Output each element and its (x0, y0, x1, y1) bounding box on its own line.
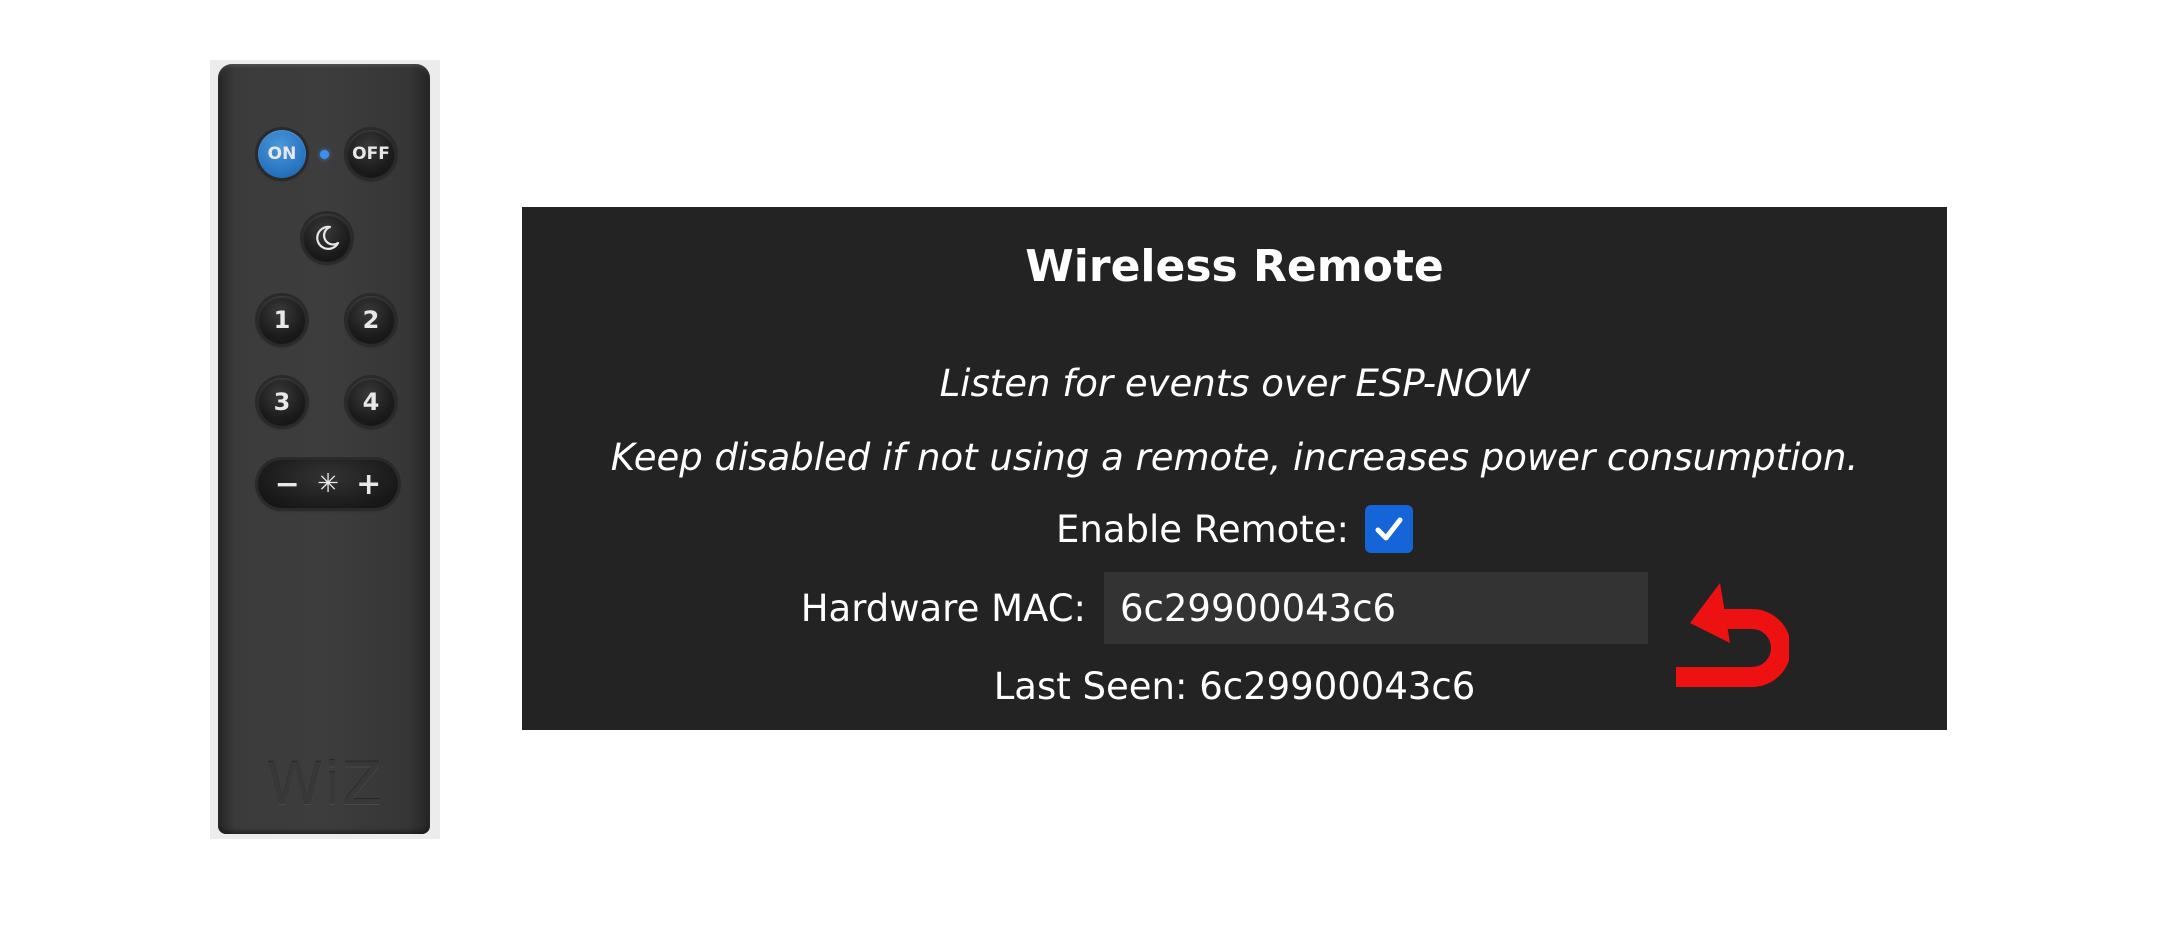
enable-remote-label: Enable Remote: (1055, 507, 1350, 551)
brightness-icon: ✳ (317, 469, 339, 499)
remote-on-button: ON (258, 130, 306, 178)
wiz-logo: WiZ (266, 750, 384, 818)
remote-status-led (320, 150, 329, 159)
hardware-mac-label: Hardware MAC: (800, 587, 1086, 630)
enable-remote-row: Enable Remote: (522, 505, 1947, 553)
last-seen-row: Last Seen: 6c29900043c6 (522, 665, 1947, 708)
remote-image: ON OFF 1 2 3 4 − ✳ + WiZ (210, 60, 440, 839)
remote-button-4: 4 (347, 378, 395, 426)
checkmark-icon (1375, 517, 1403, 541)
panel-description-power: Keep disabled if not using a remote, inc… (610, 436, 1859, 479)
remote-button-4-label: 4 (362, 388, 380, 416)
remote-button-2-label: 2 (362, 306, 380, 334)
remote-on-label: ON (267, 144, 297, 164)
remote-brightness-rocker: − ✳ + (258, 460, 398, 508)
wireless-remote-panel: Wireless Remote Listen for events over E… (522, 207, 1947, 730)
moon-icon (316, 225, 340, 250)
minus-icon: − (274, 466, 300, 502)
remote-night-button (303, 214, 351, 262)
remote-button-1: 1 (258, 296, 306, 344)
remote-button-3: 3 (258, 378, 306, 426)
remote-button-3-label: 3 (273, 388, 291, 416)
plus-icon: + (356, 466, 382, 502)
last-seen-value: 6c29900043c6 (1199, 665, 1476, 708)
enable-remote-checkbox[interactable] (1365, 505, 1414, 553)
panel-title: Wireless Remote (1025, 241, 1444, 292)
remote-button-1-label: 1 (273, 306, 291, 334)
last-seen-label: Last Seen: (993, 665, 1188, 708)
panel-description-espnow: Listen for events over ESP-NOW (939, 362, 1530, 405)
remote-body: ON OFF 1 2 3 4 − ✳ + (218, 64, 430, 834)
remote-off-button: OFF (347, 130, 395, 178)
hardware-mac-input[interactable] (1104, 572, 1648, 644)
remote-button-2: 2 (347, 296, 395, 344)
remote-off-label: OFF (352, 144, 390, 164)
